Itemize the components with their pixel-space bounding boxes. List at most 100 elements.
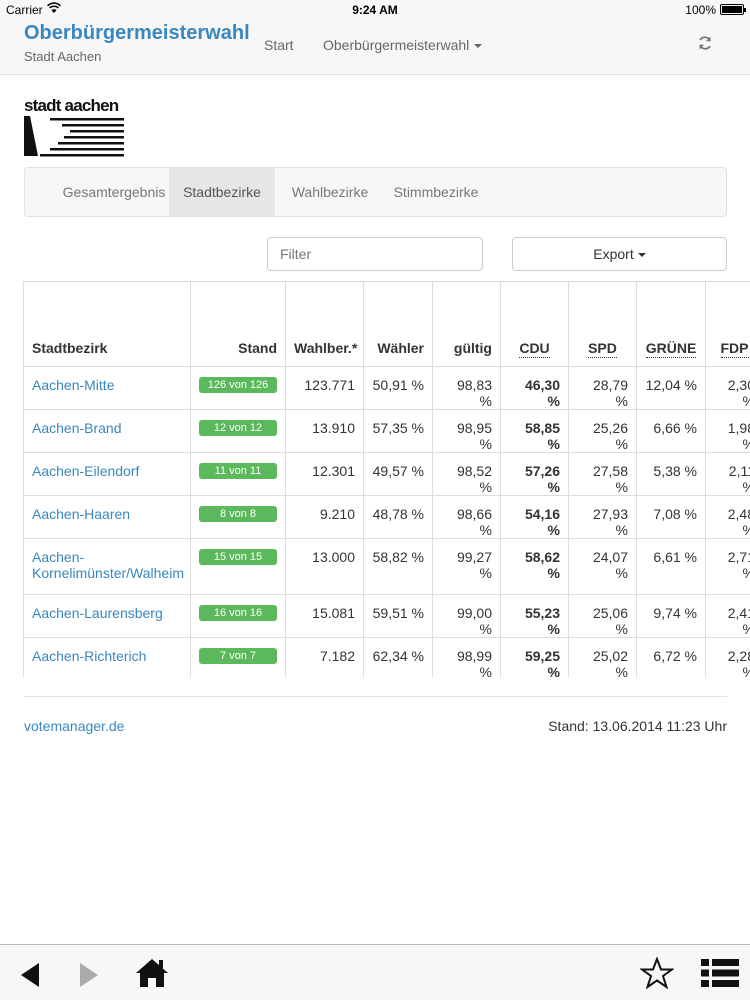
back-icon[interactable]	[19, 961, 41, 989]
district-link[interactable]: Aachen-Haaren	[23, 495, 191, 539]
wahlber-cell: 7.182	[285, 637, 364, 677]
header-cdu[interactable]: CDU	[500, 281, 569, 367]
district-link[interactable]: Aachen-Richterich	[23, 637, 191, 677]
results-table: Stadtbezirk Stand Wahlber.* Wähler gülti…	[23, 281, 750, 677]
district-link[interactable]: Aachen-Brand	[23, 409, 191, 453]
tab-stadtbezirke[interactable]: Stadtbezirke	[169, 168, 275, 216]
cdu-cell: 58,62 %	[500, 538, 569, 595]
status-badge: 7 von 7	[199, 648, 277, 664]
gruene-cell: 6,72 %	[636, 637, 706, 677]
navbar: Oberbürgermeisterwahl Stadt Aachen Start…	[0, 20, 750, 75]
app-title[interactable]: Oberbürgermeisterwahl	[24, 22, 250, 45]
wahlber-cell: 9.210	[285, 495, 364, 539]
stand-cell: 15 von 15	[190, 538, 286, 595]
results-tabs: Gesamtergebnis Stadtbezirke Wahlbezirke …	[24, 167, 727, 217]
wahlber-cell: 13.000	[285, 538, 364, 595]
stadt-aachen-logo: stadt aachen	[24, 96, 124, 158]
election-dropdown-label: Oberbürgermeisterwahl	[323, 37, 470, 53]
district-link[interactable]: Aachen-Laurensberg	[23, 594, 191, 638]
table-row: Aachen-Richterich 7 von 7 7.182 62,34 % 98,9…	[23, 637, 750, 677]
cdu-cell: 54,16 %	[500, 495, 569, 539]
waehler-cell: 49,57 %	[363, 452, 433, 496]
list-icon[interactable]	[701, 958, 739, 988]
footer-timestamp: Stand: 13.06.2014 11:23 Uhr	[548, 718, 727, 734]
filter-input[interactable]	[267, 237, 483, 271]
stand-cell: 8 von 8	[190, 495, 286, 539]
home-icon[interactable]	[134, 957, 170, 989]
tab-wahlbezirke[interactable]: Wahlbezirke	[277, 168, 383, 216]
header-gruene[interactable]: GRÜNE	[636, 281, 706, 367]
table-header-row: Stadtbezirk Stand Wahlber.* Wähler gülti…	[23, 281, 750, 367]
export-button[interactable]: Export	[512, 237, 727, 271]
gruene-cell: 12,04 %	[636, 366, 706, 410]
forward-icon[interactable]	[78, 961, 100, 989]
waehler-cell: 58,82 %	[363, 538, 433, 595]
spd-cell: 27,58 %	[568, 452, 637, 496]
fdp-cell: 2,41 %	[705, 594, 750, 638]
election-dropdown[interactable]: Oberbürgermeisterwahl	[323, 37, 483, 53]
app-subtitle: Stadt Aachen	[24, 49, 102, 64]
fdp-cell: 2,71 %	[705, 538, 750, 595]
header-stadtbezirk[interactable]: Stadtbezirk	[23, 281, 191, 367]
header-fdp[interactable]: FDP	[705, 281, 750, 367]
spd-cell: 25,26 %	[568, 409, 637, 453]
cdu-cell: 46,30 %	[500, 366, 569, 410]
star-icon[interactable]	[640, 957, 674, 989]
fdp-cell: 2,48 %	[705, 495, 750, 539]
cdu-cell: 58,85 %	[500, 409, 569, 453]
cdu-cell: 55,23 %	[500, 594, 569, 638]
stand-cell: 11 von 11	[190, 452, 286, 496]
wahlber-cell: 123.771	[285, 366, 364, 410]
battery-percent: 100%	[685, 3, 716, 17]
spd-cell: 25,02 %	[568, 637, 637, 677]
fdp-cell: 2,30 %	[705, 366, 750, 410]
waehler-cell: 57,35 %	[363, 409, 433, 453]
battery-icon	[720, 4, 746, 15]
gueltig-cell: 98,83 %	[432, 366, 501, 410]
status-badge: 11 von 11	[199, 463, 277, 479]
fdp-cell: 1,98 %	[705, 409, 750, 453]
clock: 9:24 AM	[352, 3, 398, 17]
party-label-gruene: GRÜNE	[645, 340, 697, 358]
chevron-down-icon	[637, 253, 646, 258]
logo-text: stadt aachen	[24, 96, 119, 115]
table-row: Aachen-Mitte 126 von 126 123.771 50,91 % 98,…	[23, 366, 750, 410]
logo-graphic	[24, 116, 124, 157]
party-label-fdp: FDP	[720, 340, 749, 358]
header-waehler[interactable]: Wähler	[363, 281, 433, 367]
gruene-cell: 7,08 %	[636, 495, 706, 539]
header-gueltig[interactable]: gültig	[432, 281, 501, 367]
votemanager-link[interactable]: votemanager.de	[24, 718, 124, 734]
results-table-container[interactable]: Stadtbezirk Stand Wahlber.* Wähler gülti…	[23, 281, 750, 677]
wahlber-cell: 15.081	[285, 594, 364, 638]
wahlber-cell: 12.301	[285, 452, 364, 496]
table-row: Aachen-Eilendorf 11 von 11 12.301 49,57 % 98…	[23, 452, 750, 496]
tab-stimmbezirke[interactable]: Stimmbezirke	[383, 168, 489, 216]
footer-divider	[24, 696, 727, 697]
cdu-cell: 59,25 %	[500, 637, 569, 677]
table-row: Aachen-Brand 12 von 12 13.910 57,35 % 98,95 …	[23, 409, 750, 453]
nav-start-link[interactable]: Start	[264, 37, 294, 53]
district-link[interactable]: Aachen-Eilendorf	[23, 452, 191, 496]
gruene-cell: 6,66 %	[636, 409, 706, 453]
refresh-icon[interactable]	[697, 35, 713, 51]
district-link[interactable]: Aachen-Mitte	[23, 366, 191, 410]
header-wahlber[interactable]: Wahlber.*	[285, 281, 364, 367]
cdu-cell: 57,26 %	[500, 452, 569, 496]
status-badge: 12 von 12	[199, 420, 277, 436]
stand-cell: 12 von 12	[190, 409, 286, 453]
spd-cell: 24,07 %	[568, 538, 637, 595]
status-bar: Carrier 9:24 AM 100%	[0, 0, 750, 20]
waehler-cell: 62,34 %	[363, 637, 433, 677]
gueltig-cell: 98,52 %	[432, 452, 501, 496]
fdp-cell: 2,11 %	[705, 452, 750, 496]
chevron-down-icon	[474, 44, 483, 49]
district-link[interactable]: Aachen-Kornelimünster/Walheim	[23, 538, 191, 595]
tab-gesamtergebnis[interactable]: Gesamtergebnis	[42, 168, 186, 216]
header-stand[interactable]: Stand	[190, 281, 286, 367]
gueltig-cell: 99,27 %	[432, 538, 501, 595]
status-badge: 8 von 8	[199, 506, 277, 522]
header-spd[interactable]: SPD	[568, 281, 637, 367]
gruene-cell: 9,74 %	[636, 594, 706, 638]
waehler-cell: 48,78 %	[363, 495, 433, 539]
